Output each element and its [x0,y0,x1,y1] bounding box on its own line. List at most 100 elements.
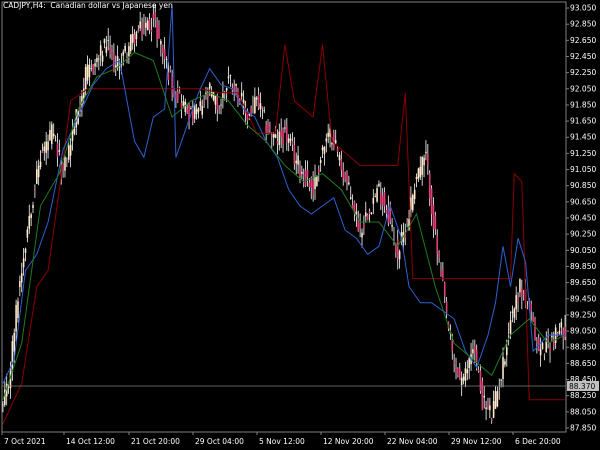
candle-body [349,197,352,199]
candle-body [413,189,416,200]
candle-body [26,229,29,238]
candle-body [532,316,534,321]
candle-body [41,150,44,154]
candle-body [267,121,269,132]
candle-body [67,145,70,160]
description-label: Canadian dollar vs Japanese yen [50,1,173,10]
candle-body [445,301,448,313]
candle-body [178,91,181,94]
candle-body [64,157,66,171]
price-tick-label: 92.050 [570,84,596,93]
candle-body [319,160,322,163]
price-tick-label: 90.850 [570,181,596,190]
candle-body [502,356,504,379]
candle-body [94,63,96,67]
candle-body [252,105,254,107]
candle-body [216,96,219,110]
time-tick-label: 7 Oct 2021 [4,437,46,446]
price-tick-label: 89.050 [570,327,596,336]
price-tick-label: 87.850 [570,423,596,432]
candle-body [370,212,373,214]
timeframe-label: H4: [32,1,46,10]
candle-body [274,134,277,139]
candle-body [45,141,47,153]
candle-body [391,225,393,227]
candle-body [133,34,136,45]
price-tick-label: 92.450 [570,52,596,61]
candle-body [312,180,314,196]
candle-body [148,19,151,31]
candle-body [522,293,525,295]
candle-body [425,151,427,154]
chart-window[interactable]: 93.050 92.850 92.650 92.450 92.250 92.050 91.8… [0,0,600,450]
candle-body [539,349,542,356]
candle-body [20,273,23,283]
candle-body [150,29,153,32]
price-tick-label: 91.250 [570,149,596,158]
candle-body [182,101,185,106]
candle-body [325,138,328,142]
candle-body [336,147,339,153]
candle-body [98,58,100,60]
candle-body [342,169,345,179]
candle-body [227,76,230,79]
candle-body [494,391,497,409]
price-tick-label: 89.450 [570,294,596,303]
price-tick-label: 92.650 [570,36,596,45]
candle-body [428,173,431,199]
candle-body [143,22,145,29]
price-tick-label: 89.250 [570,310,596,319]
candle-body [131,33,134,43]
candle-body [507,333,510,335]
candle-body [158,25,160,39]
candle-body [430,188,433,215]
price-tick-label: 91.850 [570,100,596,109]
candle-body [263,110,266,112]
candle-body [24,248,27,253]
candle-body [184,101,187,112]
candle-body [284,127,286,129]
candle-body [509,320,512,334]
candle-body [167,72,170,81]
price-tick-label: 90.650 [570,197,596,206]
candle-body [498,390,501,391]
candle-body [368,211,371,214]
candle-body [464,368,467,381]
candle-body [154,12,157,20]
candle-body [500,379,502,381]
candle-body [338,154,341,161]
candle-body [436,236,439,254]
candle-body [35,169,38,184]
candle-body [255,97,258,100]
candle-body [327,132,329,137]
candle-body [270,135,273,137]
candle-body [440,271,442,275]
candle-body [556,333,559,335]
price-tick-label: 91.450 [570,133,596,142]
candle-body [344,174,346,179]
candle-body [69,144,72,156]
price-tick-label: 89.650 [570,278,596,287]
candle-body [299,167,301,176]
candle-body [340,159,343,171]
candle-body [346,172,348,184]
candle-body [314,176,316,190]
candle-body [334,140,337,144]
candle-body [32,205,34,208]
candle-body [286,125,288,143]
time-tick-label: 29 Nov 12:00 [451,437,502,446]
price-chart[interactable]: 93.050 92.850 92.650 92.450 92.250 92.050 91.8… [0,0,600,450]
chart-title: CADJPY,H4: Canadian dollar vs Japanese y… [3,1,173,10]
candle-body [278,131,281,145]
price-tick-label: 90.450 [570,214,596,223]
candle-body [161,45,164,54]
candle-body [114,65,117,68]
candle-body [66,162,68,164]
candle-body [462,376,465,381]
candle-body [475,349,478,364]
candle-body [560,322,563,328]
candle-body [103,38,106,44]
candle-body [257,94,260,108]
candle-body [316,176,318,186]
candle-body [201,106,204,115]
